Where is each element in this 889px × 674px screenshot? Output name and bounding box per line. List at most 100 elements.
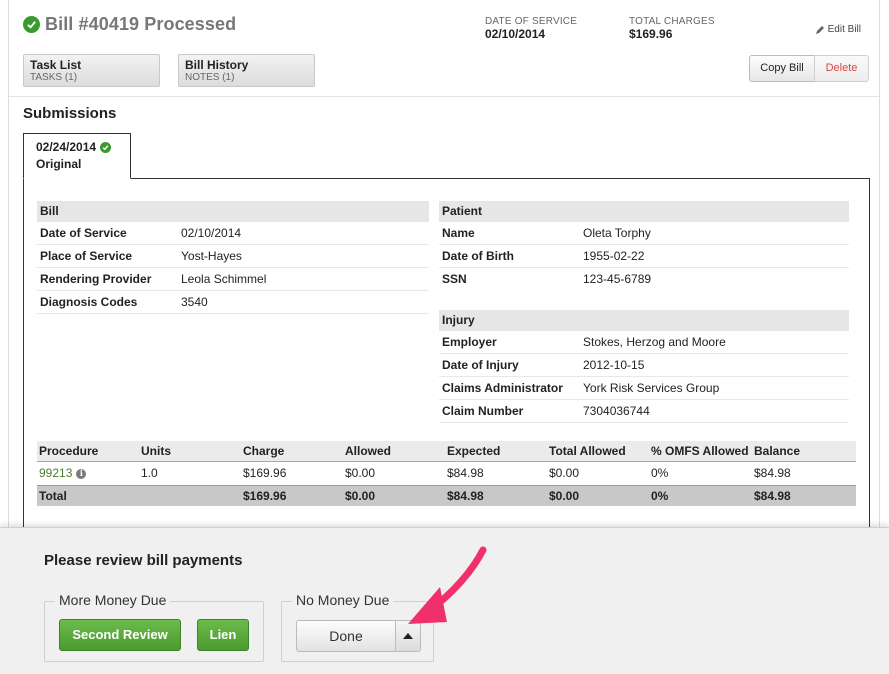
tab-bill-history[interactable]: Bill History NOTES (1): [178, 54, 315, 87]
column-header: Units: [141, 444, 171, 458]
field-label: Date of Birth: [442, 249, 514, 263]
bill-details-table: Bill Date of Service 02/10/2014 Place of …: [37, 201, 429, 314]
total-charges-label: TOTAL CHARGES: [629, 16, 715, 27]
submission-tab-original[interactable]: 02/24/2014 Original: [23, 133, 131, 179]
injury-section-heading: Injury: [439, 310, 849, 331]
lien-button[interactable]: Lien: [197, 619, 249, 651]
page-title: Bill #40419 Processed: [45, 14, 237, 34]
bill-section-heading: Bill: [37, 201, 429, 222]
submission-label: Original: [36, 157, 82, 171]
delete-button[interactable]: Delete: [814, 55, 869, 82]
procedure-table: Procedure Units Charge Allowed Expected …: [37, 441, 856, 506]
field-value: 1955-02-22: [583, 249, 645, 263]
total-cell: $84.98: [754, 489, 791, 503]
table-cell: 0%: [651, 466, 669, 480]
total-charges-block: TOTAL CHARGES $169.96: [629, 16, 715, 41]
field-label: Diagnosis Codes: [40, 295, 138, 309]
date-of-service-block: DATE OF SERVICE 02/10/2014: [485, 16, 577, 41]
field-label: Date of Service: [40, 226, 127, 240]
column-header: Total Allowed: [549, 444, 626, 458]
bill-title-group: Bill #40419 Processed: [23, 14, 236, 35]
date-of-service-value: 02/10/2014: [485, 27, 546, 41]
table-row: Date of Birth 1955-02-22: [439, 245, 849, 268]
popup-title: Please review bill payments: [44, 552, 243, 569]
field-value: Leola Schimmel: [181, 272, 267, 286]
table-cell: $169.96: [243, 466, 287, 480]
review-payments-popup: Please review bill payments More Money D…: [0, 527, 889, 674]
field-label: Rendering Provider: [40, 272, 152, 286]
field-value: 02/10/2014: [181, 226, 242, 240]
caret-up-icon: [403, 633, 413, 639]
no-money-due-group: No Money Due Done: [281, 592, 434, 662]
table-row: Employer Stokes, Herzog and Moore: [439, 331, 849, 354]
tab-bill-history-title: Bill History: [185, 58, 249, 72]
submissions-heading: Submissions: [23, 105, 117, 122]
tab-task-list[interactable]: Task List TASKS (1): [23, 54, 160, 87]
table-cell: $84.98: [754, 466, 791, 480]
patient-details-table: Patient Name Oleta Torphy Date of Birth 19…: [439, 201, 849, 291]
table-cell: $0.00: [549, 466, 580, 480]
field-label: Name: [442, 226, 475, 240]
procedure-code-link[interactable]: 99213 i: [39, 462, 87, 485]
table-cell: $0.00: [345, 466, 376, 480]
procedure-cell: 99213 i: [37, 462, 139, 485]
check-circle-icon: [23, 16, 40, 33]
info-icon[interactable]: i: [76, 468, 87, 479]
column-header: Procedure: [39, 444, 99, 458]
table-row: Name Oleta Torphy: [439, 222, 849, 245]
tab-task-list-count: TASKS (1): [30, 72, 78, 83]
more-money-due-group: More Money Due Second Review Lien: [44, 592, 264, 662]
column-header: Allowed: [345, 444, 392, 458]
table-cell: 1.0: [141, 466, 158, 480]
field-label: Claim Number: [442, 404, 524, 418]
field-label: Place of Service: [40, 249, 133, 263]
table-cell: $84.98: [447, 466, 484, 480]
total-cell: 0%: [651, 489, 669, 503]
column-header: Charge: [243, 444, 285, 458]
field-value: Oleta Torphy: [583, 226, 651, 240]
table-row: Place of Service Yost-Hayes: [37, 245, 429, 268]
total-cell: $169.96: [243, 489, 287, 503]
injury-details-table: Injury Employer Stokes, Herzog and Moore …: [439, 310, 849, 423]
total-cell: Total: [39, 489, 67, 503]
total-cell: $0.00: [345, 489, 376, 503]
field-value: 123-45-6789: [583, 272, 652, 286]
table-row: Claim Number 7304036744: [439, 400, 849, 423]
second-review-button[interactable]: Second Review: [59, 619, 181, 651]
column-header: Expected: [447, 444, 501, 458]
field-value: 3540: [181, 295, 208, 309]
more-money-due-label: More Money Due: [55, 592, 171, 608]
field-value: 7304036744: [583, 404, 650, 418]
field-value: 2012-10-15: [583, 358, 645, 372]
patient-section-heading: Patient: [439, 201, 849, 222]
table-row: Rendering Provider Leola Schimmel: [37, 268, 429, 291]
done-dropdown-toggle[interactable]: [395, 620, 421, 652]
date-of-service-label: DATE OF SERVICE: [485, 16, 578, 27]
divider: [9, 96, 879, 97]
field-label: Employer: [442, 335, 497, 349]
column-header: % OMFS Allowed: [651, 444, 749, 458]
field-label: Date of Injury: [442, 358, 519, 372]
procedure-table-header: Procedure Units Charge Allowed Expected …: [37, 441, 856, 462]
submission-date: 02/24/2014: [36, 140, 97, 154]
tab-bill-history-count: NOTES (1): [185, 72, 235, 83]
edit-bill-label: Edit Bill: [827, 24, 861, 35]
table-row: Claims Administrator York Risk Services G…: [439, 377, 849, 400]
no-money-due-label: No Money Due: [292, 592, 394, 608]
total-cell: $0.00: [549, 489, 580, 503]
field-label: Claims Administrator: [442, 381, 563, 395]
submission-panel: Bill Date of Service 02/10/2014 Place of …: [23, 178, 870, 538]
total-charges-value: $169.96: [629, 27, 673, 41]
field-value: York Risk Services Group: [583, 381, 720, 395]
column-header: Balance: [754, 444, 801, 458]
field-value: Yost-Hayes: [181, 249, 242, 263]
table-row: Date of Injury 2012-10-15: [439, 354, 849, 377]
total-cell: $84.98: [447, 489, 484, 503]
done-button[interactable]: Done: [296, 620, 396, 652]
check-circle-icon: [100, 141, 112, 153]
copy-bill-button[interactable]: Copy Bill: [749, 55, 815, 82]
edit-bill-link[interactable]: Edit Bill: [815, 24, 861, 35]
table-row: 99213 i 1.0 $169.96 $0.00 $84.98 $0.00 0…: [37, 462, 856, 485]
tab-task-list-title: Task List: [30, 58, 82, 72]
procedure-code: 99213: [39, 466, 73, 480]
